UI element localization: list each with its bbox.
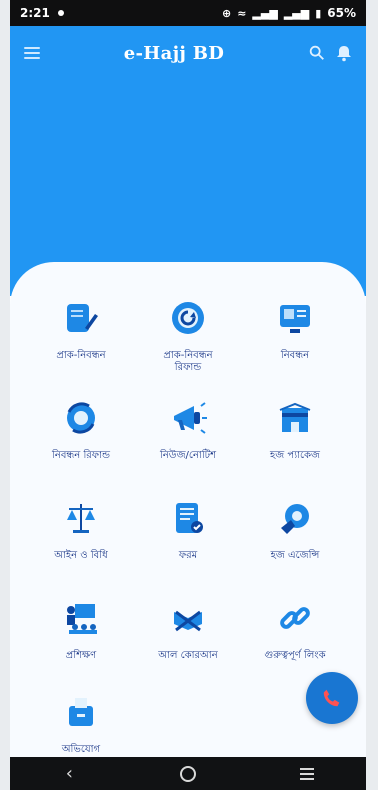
app-bar-actions [308,44,352,62]
menu-item-training[interactable]: প্রশিক্ষণ [28,596,134,686]
menu-item-pre-registration[interactable]: প্রাক-নিবন্ধন [28,296,134,386]
menu-item-label: হজ এজেন্সি [270,550,320,561]
signal-icon-2: ▂▄▆ [283,6,310,20]
complaint-icon [59,690,103,734]
form-icon [166,496,210,540]
menu-item-pre-registration-refund[interactable]: প্রাক-নিবন্ধন রিফান্ড [135,296,241,386]
registration-icon [273,296,317,340]
app-bar: e-Hajj BD [10,26,366,80]
menu-item-hajj-agency[interactable]: হজ এজেন্সি [242,496,348,586]
menu-item-label: আল কোরআন [158,650,218,661]
menu-item-label: নিউজ/নোটিশ [159,450,217,461]
status-bar: 2:21 ⊕ ≈ ▂▄▆ ▂▄▆ ▮ 65% [10,0,366,26]
news-notice-icon [166,396,210,440]
al-quran-icon [166,596,210,640]
status-left: 2:21 [20,6,64,20]
vpn-icon: ⊕ [221,6,232,20]
hajj-package-icon [273,396,317,440]
battery-icon: ▮ [315,6,322,20]
registration-refund-icon [59,396,103,440]
search-icon[interactable] [308,44,326,62]
notification-bell-icon[interactable] [336,44,352,62]
menu-item-label: ফরম [178,550,198,561]
menu-item-registration-refund[interactable]: নিবন্ধন রিফান্ড [28,396,134,486]
phone-icon [323,689,340,707]
app-screen: 2:21 ⊕ ≈ ▂▄▆ ▂▄▆ ▮ 65% e-Hajj BD প্রাক-ন… [10,0,366,790]
menu-item-label: আইন ও বিধি [54,550,108,561]
link-icon [273,596,317,640]
menu-item-form[interactable]: ফরম [135,496,241,586]
recent-apps-icon [299,767,314,780]
recent-apps-button[interactable] [287,762,327,786]
menu-item-al-quran[interactable]: আল কোরআন [135,596,241,686]
menu-item-label: গুরুত্বপূর্ণ লিংক [264,650,326,661]
menu-item-label: প্রশিক্ষণ [65,650,97,661]
law-rules-icon [59,496,103,540]
wifi-icon: ≈ [237,6,247,20]
home-icon [179,765,196,782]
menu-item-registration[interactable]: নিবন্ধন [242,296,348,386]
status-right: ⊕ ≈ ▂▄▆ ▂▄▆ ▮ 65% [222,6,356,20]
menu-item-label: প্রাক-নিবন্ধন রিফান্ড [163,350,213,373]
menu-item-label: নিবন্ধন রিফান্ড [51,450,111,461]
notification-dot-icon [57,10,64,16]
app-title: e-Hajj BD [123,42,225,64]
hamburger-menu-icon[interactable] [24,47,40,59]
hajj-agency-icon [273,496,317,540]
menu-item-hajj-package[interactable]: হজ প্যাকেজ [242,396,348,486]
menu-item-label: নিবন্ধন [280,350,310,361]
signal-icon-1: ▂▄▆ [252,6,278,20]
status-time: 2:21 [20,6,50,20]
pre-registration-refund-icon [166,296,210,340]
menu-item-label: প্রাক-নিবন্ধন [56,350,106,361]
menu-item-law-rules[interactable]: আইন ও বিধি [28,496,134,586]
menu-item-label: হজ প্যাকেজ [270,450,320,461]
pre-registration-icon [59,296,103,340]
menu-item-news-notice[interactable]: নিউজ/নোটিশ [135,396,241,486]
battery-percent: 65% [327,6,356,20]
back-icon: ‹ [65,763,73,784]
android-nav-bar: ‹ [10,757,366,790]
training-icon [59,596,103,640]
back-button[interactable]: ‹ [49,762,89,786]
call-fab-button[interactable] [306,672,358,724]
home-button[interactable] [168,762,208,786]
menu-item-label: অভিযোগ [61,744,101,755]
